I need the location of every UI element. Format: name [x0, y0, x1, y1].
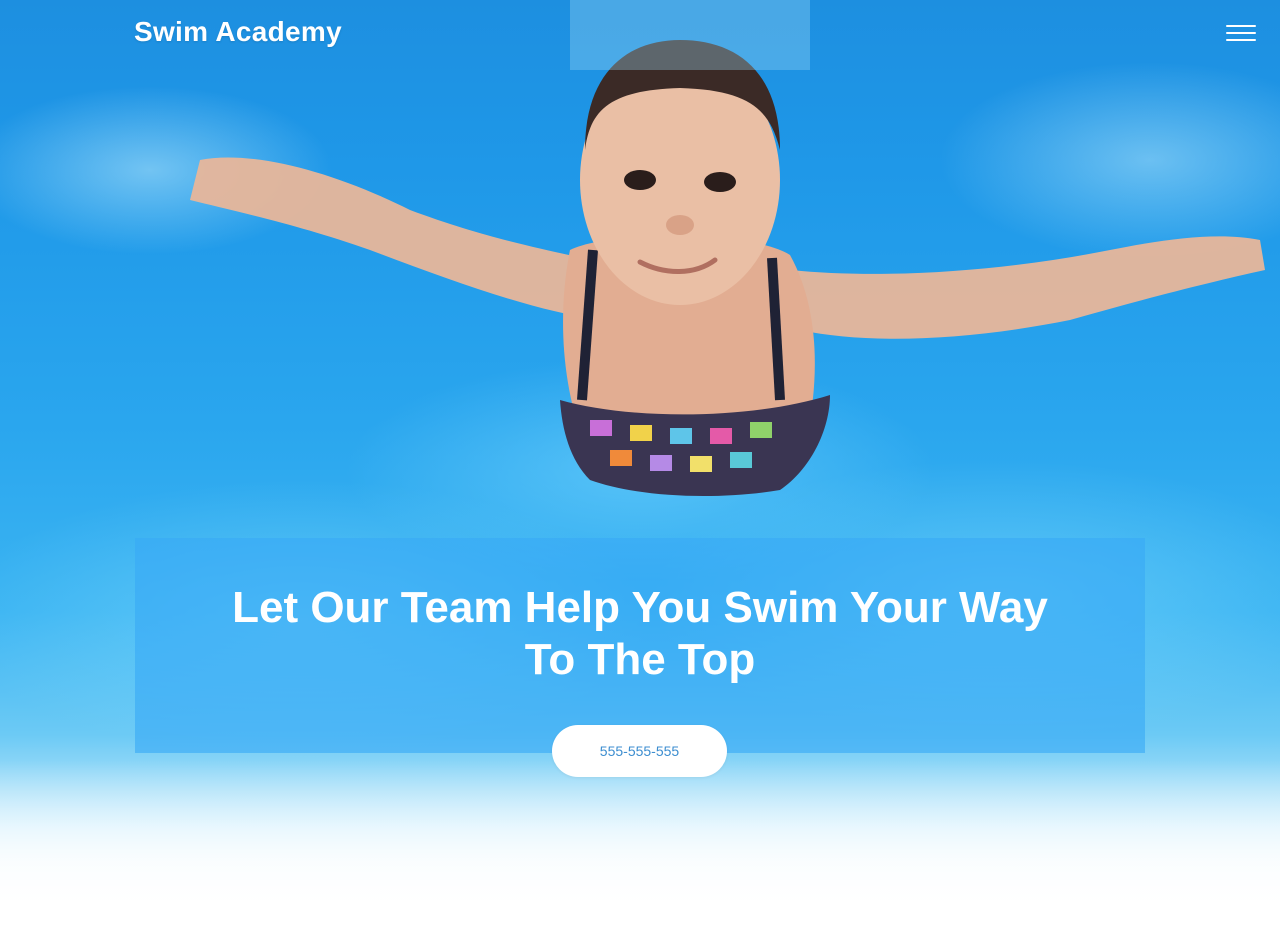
menu-line — [1226, 32, 1256, 34]
headline-box: Let Our Team Help You Swim Your Way To T… — [135, 538, 1145, 753]
swimmer-left-arm — [190, 157, 600, 320]
phone-call-button[interactable]: 555-555-555 — [552, 725, 727, 777]
swimmer-right-arm — [790, 236, 1265, 339]
brand-logo[interactable]: Swim Academy — [134, 16, 342, 48]
hero-photo — [190, 0, 1265, 496]
menu-line — [1226, 39, 1256, 41]
hero-headline: Let Our Team Help You Swim Your Way To T… — [232, 583, 1048, 684]
menu-line — [1226, 25, 1256, 27]
hero-fade — [0, 760, 1280, 942]
hamburger-menu-icon[interactable] — [1226, 25, 1256, 47]
page: Swim Academy Let Our Team Help You Swim … — [0, 0, 1280, 942]
